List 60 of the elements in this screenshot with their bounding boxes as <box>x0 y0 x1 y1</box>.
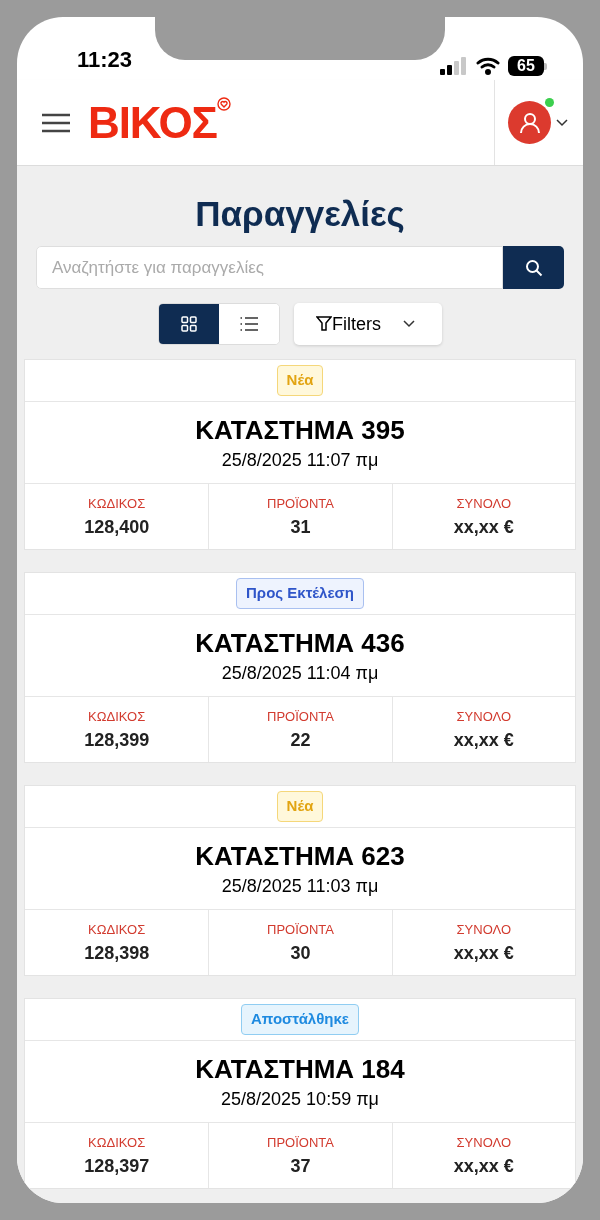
stat-value: 37 <box>290 1157 311 1175</box>
stat-value: xx,xx € <box>453 731 514 749</box>
stat-label: ΚΩΔΙΚΟΣ <box>88 497 146 510</box>
wifi-icon <box>476 57 500 75</box>
stat-value: xx,xx € <box>453 944 514 962</box>
order-card[interactable]: Νέα ΚΑΤΑΣΤΗΜΑ 395 25/8/2025 11:07 πμ ΚΩΔΙΚΟΣ 128,400 ΠΡΟΪΟΝΤΑ 31 ΣΥΝΟΛΟ xx,xx € <box>24 359 576 550</box>
stat-value: 30 <box>290 944 311 962</box>
stat-value: 22 <box>290 731 311 749</box>
stat-label: ΚΩΔΙΚΟΣ <box>88 1136 146 1149</box>
stat-label: ΚΩΔΙΚΟΣ <box>88 923 146 936</box>
stat-label: ΠΡΟΪΟΝΤΑ <box>267 923 334 936</box>
status-badge: Νέα <box>276 791 324 822</box>
grid-icon <box>181 316 197 332</box>
user-avatar[interactable] <box>508 101 551 144</box>
store-name: ΚΑΤΑΣΤΗΜΑ 436 <box>195 629 405 656</box>
stat-label: ΚΩΔΙΚΟΣ <box>88 710 146 723</box>
stat-value: 128,398 <box>84 944 150 962</box>
order-card[interactable]: Προς Εκτέλεση ΚΑΤΑΣΤΗΜΑ 436 25/8/2025 11:04 πμ ΚΩΔΙΚΟΣ 128,399 ΠΡΟΪΟΝΤΑ 22 ΣΥΝΟΛΟ xx,xx € <box>24 572 576 763</box>
filter-icon <box>316 316 332 332</box>
status-time: 11:23 <box>77 46 133 74</box>
battery-indicator: 65 <box>508 56 544 76</box>
store-name: ΚΑΤΑΣΤΗΜΑ 395 <box>195 416 405 443</box>
stat-label: ΠΡΟΪΟΝΤΑ <box>267 1136 334 1149</box>
stat-label: ΣΥΝΟΛΟ <box>456 710 512 723</box>
store-name: ΚΑΤΑΣΤΗΜΑ 184 <box>195 1055 405 1082</box>
stat-label: ΠΡΟΪΟΝΤΑ <box>267 710 334 723</box>
stat-value: 128,397 <box>84 1157 150 1175</box>
order-date: 25/8/2025 11:04 πμ <box>221 663 379 682</box>
status-badge: Νέα <box>276 365 324 396</box>
view-toggle-button[interactable] <box>159 304 219 344</box>
order-card[interactable]: Νέα ΚΑΤΑΣΤΗΜΑ 623 25/8/2025 11:03 πμ ΚΩΔΙΚΟΣ 128,398 ΠΡΟΪΟΝΤΑ 30 ΣΥΝΟΛΟ xx,xx € <box>24 785 576 976</box>
search-icon <box>524 258 543 277</box>
stat-label: ΠΡΟΪΟΝΤΑ <box>267 497 334 510</box>
brand-logo[interactable]: ΒΙΚΟΣ <box>88 100 217 145</box>
page-title: Παραγγελίες <box>195 196 405 231</box>
signal-icon <box>440 57 468 75</box>
status-badge: Προς Εκτέλεση <box>236 578 364 609</box>
stat-value: xx,xx € <box>453 518 514 536</box>
status-badge: Αποστάλθηκε <box>241 1004 359 1035</box>
filters-button[interactable]: Filters <box>294 303 442 345</box>
battery-tip <box>544 62 547 70</box>
list-icon <box>240 317 258 331</box>
stat-label: ΣΥΝΟΛΟ <box>456 923 512 936</box>
search-button[interactable] <box>503 246 564 289</box>
store-name: ΚΑΤΑΣΤΗΜΑ 623 <box>195 842 405 869</box>
stat-value: 128,399 <box>84 731 150 749</box>
stat-value: 128,400 <box>84 518 150 536</box>
menu-icon[interactable] <box>42 112 70 133</box>
order-date: 25/8/2025 11:07 πμ <box>221 450 379 469</box>
stat-value: 31 <box>290 518 311 536</box>
search-field[interactable]: Αναζητήστε για παραγγελίες <box>36 246 503 289</box>
order-card[interactable]: Αποστάλθηκε ΚΑΤΑΣΤΗΜΑ 184 25/8/2025 10:59 πμ ΚΩΔΙΚΟΣ 128,397 ΠΡΟΪΟΝΤΑ 37 ΣΥΝΟΛΟ xx,xx € <box>24 998 576 1189</box>
chevron-down-icon[interactable] <box>556 118 568 127</box>
chevron-down-icon <box>403 320 415 328</box>
stat-label: ΣΥΝΟΛΟ <box>456 497 512 510</box>
order-date: 25/8/2025 11:03 πμ <box>221 876 379 895</box>
order-date: 25/8/2025 10:59 πμ <box>221 1089 379 1108</box>
stat-value: xx,xx € <box>453 1157 514 1175</box>
user-icon <box>517 110 542 135</box>
stat-label: ΣΥΝΟΛΟ <box>456 1136 512 1149</box>
